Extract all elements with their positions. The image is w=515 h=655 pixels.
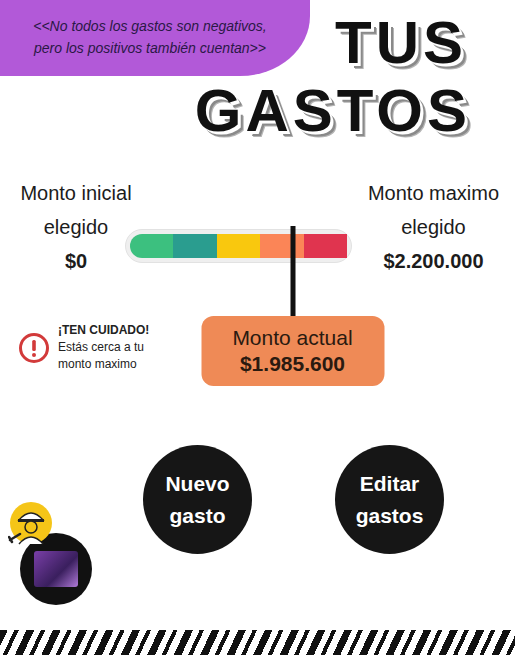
warning-icon <box>18 332 50 364</box>
header: <<No todos los gastos son negativos,pero… <box>0 0 515 80</box>
warning-text: Estás cerca a tu <box>58 339 149 356</box>
amount-label: Monto maximo <box>368 176 499 210</box>
gauge-marker <box>290 226 295 318</box>
current-amount: Monto actual$1.985.600 <box>201 316 384 386</box>
tagline-blob: <<No todos los gastos son negativos,pero… <box>0 0 310 76</box>
warning: ¡TEN CUIDADO!Estás cerca a tumonto maxim… <box>0 322 200 373</box>
gauge-segment <box>260 234 303 258</box>
expenses-page: <<No todos los gastos son negativos,pero… <box>0 0 515 655</box>
gauge-section: Monto inicialelegido$0Monto actual$1.985… <box>0 176 515 278</box>
amount-value: $0 <box>65 244 87 278</box>
actions-row: Nuevo gasto Editar gastos <box>0 445 515 605</box>
amount-label: elegido <box>401 210 466 244</box>
gauge: Monto actual$1.985.600 <box>125 229 352 263</box>
footer-stripes <box>0 630 515 655</box>
gauge-segment <box>217 234 260 258</box>
amount-label: Monto inicial <box>20 176 131 210</box>
tagline: pero los positivos también cuentan>> <box>34 37 266 59</box>
current-value: $1.985.600 <box>240 351 345 377</box>
edit-expenses-button[interactable]: Editar gastos <box>335 445 444 554</box>
gauge-segment <box>130 234 173 258</box>
app-logo[interactable] <box>8 500 100 605</box>
new-expense-button[interactable]: Nuevo gasto <box>143 445 252 554</box>
min-amount: Monto inicialelegido$0 <box>0 176 152 278</box>
title: TUS <box>335 5 515 80</box>
max-amount: Monto maximoelegido$2.200.000 <box>352 176 515 278</box>
tagline: <<No todos los gastos son negativos, <box>33 15 266 37</box>
title: GASTOS <box>195 80 515 142</box>
gauge-segment <box>173 234 216 258</box>
amount-label: elegido <box>44 210 109 244</box>
mechanic-avatar-icon[interactable] <box>8 500 54 550</box>
current-label: Monto actual <box>232 325 352 351</box>
warning-text: ¡TEN CUIDADO! <box>58 322 149 339</box>
gauge-segment <box>304 234 347 258</box>
amount-value: $2.200.000 <box>383 244 483 278</box>
warning-text: monto maximo <box>58 356 149 373</box>
